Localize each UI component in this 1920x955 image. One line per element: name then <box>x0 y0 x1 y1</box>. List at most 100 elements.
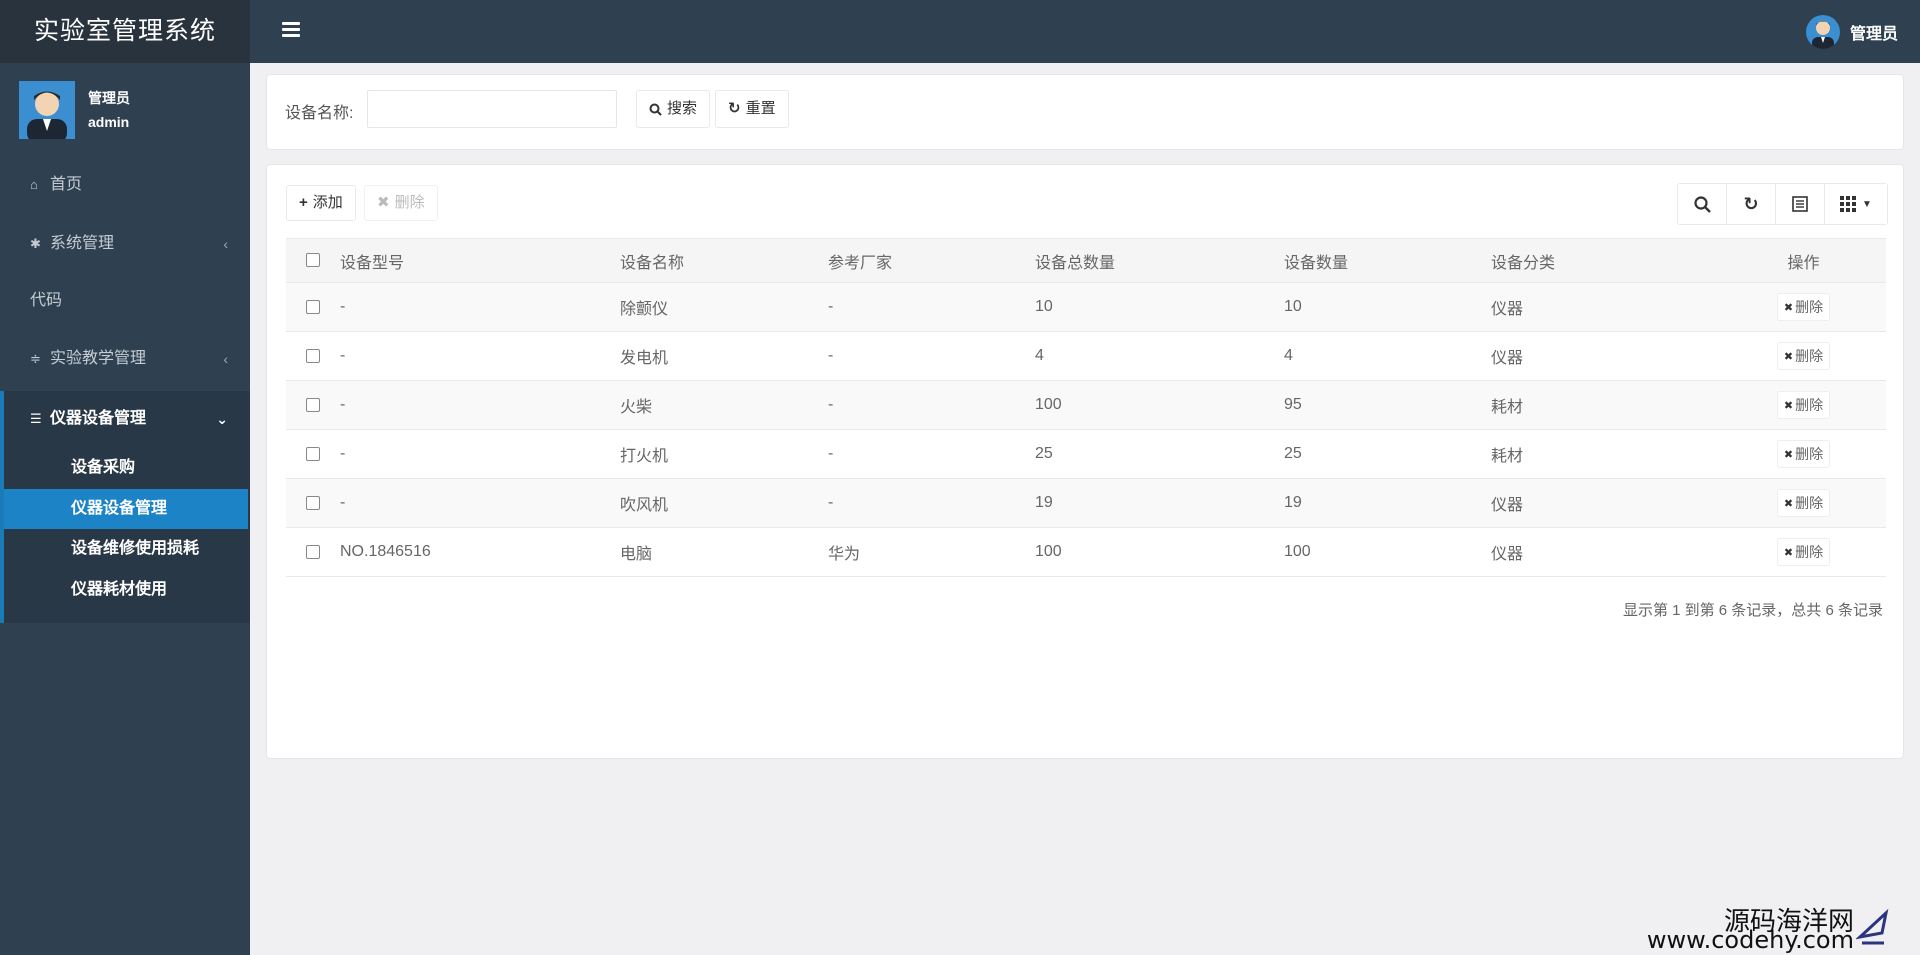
search-button[interactable]: 搜索 <box>636 90 711 128</box>
table-cell-total: 19 <box>1035 478 1284 528</box>
column-header[interactable]: 设备型号 <box>340 238 620 283</box>
row-delete-label: 删除 <box>1795 299 1824 315</box>
search-button-label: 搜索 <box>667 100 698 117</box>
menu-toggle-icon[interactable] <box>282 22 300 40</box>
table-row: NO.1846516 电脑 华为 100 100 仪器 ✖ 删除 <box>286 527 1886 577</box>
profile-name: 管理员 <box>88 90 130 106</box>
table-cell-action: ✖ 删除 <box>1721 478 1886 528</box>
column-header[interactable]: 设备总数量 <box>1035 238 1284 283</box>
toggle-view-button[interactable] <box>1776 184 1825 224</box>
sidebar-item-equipment[interactable]: ☰ 仪器设备管理 ⌄ <box>0 397 250 441</box>
sidebar-item-teaching[interactable]: ≑ 实验教学管理 ‹ <box>0 337 250 381</box>
table-cell-maker: - <box>828 380 1035 430</box>
table-row: - 吹风机 -19 19 仪器 ✖ 删除 <box>286 478 1886 528</box>
table-cell-action: ✖ 删除 <box>1721 429 1886 479</box>
close-icon: ✖ <box>1783 448 1794 461</box>
refresh-icon: ↻ <box>1743 193 1759 214</box>
user-profile: 管理员 admin <box>0 63 250 143</box>
sidebar-item-label: 仪器设备管理 <box>50 410 147 427</box>
table-cell-total: 100 <box>1035 527 1284 577</box>
column-header[interactable]: 设备名称 <box>620 238 828 283</box>
column-header: 操作 <box>1721 238 1886 283</box>
table-cell-name: 吹风机 <box>620 478 828 528</box>
table-cell-count: 19 <box>1284 478 1491 528</box>
row-delete-label: 删除 <box>1795 348 1824 364</box>
row-delete-button[interactable]: ✖ 删除 <box>1776 440 1831 468</box>
row-checkbox[interactable] <box>306 397 320 412</box>
search-icon <box>1693 195 1711 213</box>
row-delete-button[interactable]: ✖ 删除 <box>1776 538 1831 566</box>
select-all-cell <box>286 238 340 283</box>
sidebar-item-code[interactable]: 代码 <box>0 279 250 323</box>
reset-button[interactable]: ↻ 重置 <box>715 90 789 128</box>
columns-button[interactable]: ▼ <box>1825 184 1887 224</box>
table-cell-count: 4 <box>1284 331 1491 381</box>
table-cell-total: 10 <box>1035 282 1284 332</box>
table-cell-category: 耗材 <box>1491 429 1721 479</box>
delete-button[interactable]: ✖ 删除 <box>364 185 438 221</box>
column-header[interactable]: 参考厂家 <box>828 238 1035 283</box>
gear-icon: ✱ <box>30 236 41 251</box>
table-cell-count: 100 <box>1284 527 1491 577</box>
row-delete-button[interactable]: ✖ 删除 <box>1776 391 1831 419</box>
table-cell-total: 100 <box>1035 380 1284 430</box>
sidebar-item-system[interactable]: ✱ 系统管理 ‹ <box>0 222 250 266</box>
sidebar-subitem-equipment[interactable]: 仪器设备管理 <box>4 489 248 529</box>
profile-id: admin <box>88 114 130 130</box>
row-select-cell <box>286 429 340 479</box>
plus-icon: + <box>299 194 308 211</box>
add-button-label: 添加 <box>312 194 343 211</box>
avatar <box>19 81 75 139</box>
row-checkbox[interactable] <box>306 446 320 461</box>
top-navbar: 实验室管理系统 管理员 <box>0 0 1920 63</box>
table-cell-model: - <box>340 331 620 381</box>
table-cell-name: 火柴 <box>620 380 828 430</box>
equipment-table: 设备型号 设备名称 参考厂家 设备总数量 设备数量 设备分类 操作 - 除颤仪 -1… <box>286 238 1886 577</box>
row-checkbox[interactable] <box>306 348 320 363</box>
server-icon: ☰ <box>30 411 42 426</box>
sidebar-item-label: 代码 <box>30 292 63 309</box>
sidebar: 管理员 admin ⌂ 首页 ✱ 系统管理 ‹ 代码 ≑ 实验教学管理 ‹ ☰ 仪器设备… <box>0 63 250 955</box>
user-menu[interactable]: 管理员 <box>1805 14 1898 50</box>
row-checkbox[interactable] <box>306 544 320 559</box>
column-header[interactable]: 设备数量 <box>1284 238 1491 283</box>
table-cell-model: - <box>340 429 620 479</box>
table-cell-maker: - <box>828 282 1035 332</box>
chevron-left-icon: ‹ <box>223 236 228 252</box>
sidebar-item-label: 首页 <box>50 176 83 193</box>
avatar <box>1805 15 1840 49</box>
table-cell-maker: - <box>828 331 1035 381</box>
row-delete-button[interactable]: ✖ 删除 <box>1776 489 1831 517</box>
table-cell-category: 耗材 <box>1491 380 1721 430</box>
close-icon: ✖ <box>1783 350 1794 363</box>
sidebar-subitem-repair[interactable]: 设备维修使用损耗 <box>4 529 248 569</box>
row-delete-label: 删除 <box>1795 495 1824 511</box>
row-delete-button[interactable]: ✖ 删除 <box>1776 342 1831 370</box>
caret-down-icon: ▼ <box>1862 198 1872 210</box>
table-row: - 发电机 -4 4 仪器 ✖ 删除 <box>286 331 1886 381</box>
row-checkbox[interactable] <box>306 299 320 314</box>
table-cell-count: 95 <box>1284 380 1491 430</box>
refresh-button[interactable]: ↻ <box>1727 184 1776 224</box>
watermark-logo-icon <box>1856 908 1889 945</box>
column-header[interactable]: 设备分类 <box>1491 238 1721 283</box>
search-toggle-button[interactable] <box>1678 184 1727 224</box>
search-input[interactable] <box>367 90 617 128</box>
add-button[interactable]: + 添加 <box>286 185 356 221</box>
refresh-icon: ↻ <box>728 100 741 117</box>
sidebar-item-home[interactable]: ⌂ 首页 <box>0 163 250 207</box>
table-cell-name: 电脑 <box>620 527 828 577</box>
select-all-checkbox[interactable] <box>306 253 320 268</box>
table-cell-category: 仪器 <box>1491 331 1721 381</box>
table-row: - 打火机 -25 25 耗材 ✖ 删除 <box>286 429 1886 479</box>
table-header-row: 设备型号 设备名称 参考厂家 设备总数量 设备数量 设备分类 操作 <box>286 238 1886 283</box>
search-label: 设备名称: <box>285 105 354 122</box>
table-cell-count: 25 <box>1284 429 1491 479</box>
sidebar-subitem-consumables[interactable]: 仪器耗材使用 <box>4 570 248 610</box>
row-delete-button[interactable]: ✖ 删除 <box>1776 293 1831 321</box>
table-cell-model: - <box>340 380 620 430</box>
sidebar-subitem-purchase[interactable]: 设备采购 <box>4 448 248 488</box>
grid-icon <box>1840 196 1857 212</box>
row-checkbox[interactable] <box>306 495 320 510</box>
close-icon: ✖ <box>1783 399 1794 412</box>
